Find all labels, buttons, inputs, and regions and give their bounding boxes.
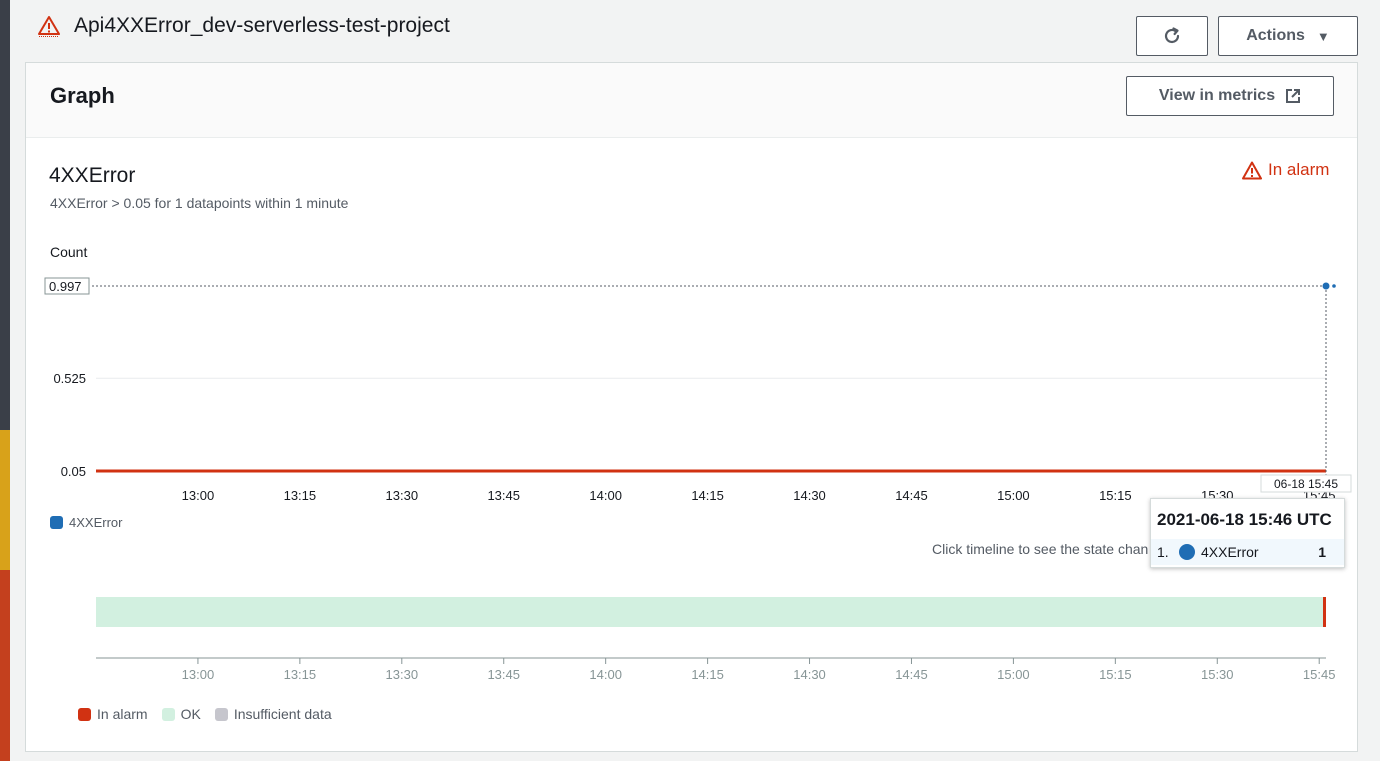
legend-swatch [78,707,91,721]
timeline-legend: In alarm OK Insufficient data [78,706,346,722]
legend-label: OK [180,706,201,722]
legend-label: In alarm [97,706,148,722]
data-point [1332,284,1336,288]
x-tick-label: 15:00 [997,488,1030,503]
timeline-tick-label: 15:15 [1099,667,1132,682]
x-tick-label: 13:45 [487,488,520,503]
legend-label: Insufficient data [233,706,332,722]
tooltip-title: 2021-06-18 15:46 UTC [1157,510,1332,529]
y-axis-label: Count [50,244,87,260]
tooltip-row-value: 1 [1318,544,1326,560]
datapoint-tooltip: 2021-06-18 15:46 UTC 1. 4XXError 1 [1150,498,1345,568]
x-tick-label: 15:15 [1099,488,1132,503]
chart-legend: 4XXError [50,515,122,530]
y-tick-label: 0.997 [49,279,82,294]
x-tick-label: 13:00 [182,488,215,503]
timeline-tick-label: 13:45 [487,667,520,682]
legend-item-ok: OK [161,706,201,722]
timeline-tick-label: 13:30 [386,667,419,682]
legend-item-in-alarm: In alarm [78,706,148,722]
x-tick-label: 14:00 [589,488,622,503]
series-dot-icon [1179,544,1195,560]
timeline-hint: Click timeline to see the state change [932,541,1148,557]
timeline-tick-label: 14:00 [589,667,622,682]
legend-series-label: 4XXError [69,515,123,530]
timeline-tick-label: 15:30 [1201,667,1234,682]
data-point [1322,282,1330,290]
timeline-tick-label: 15:45 [1303,667,1336,682]
tooltip-row-index: 1. [1157,544,1169,560]
x-tick-label: 13:30 [386,488,419,503]
x-tick-label: 14:30 [793,488,826,503]
y-tick-label: 0.05 [61,464,86,479]
legend-swatch [161,707,175,721]
tooltip-row-name: 4XXError [1201,544,1259,560]
timeline-tick-label: 14:45 [895,667,928,682]
timeline-tick-label: 15:00 [997,667,1030,682]
cursor-time-label: 06-18 15:45 [1274,477,1338,491]
x-tick-label: 14:45 [895,488,928,503]
x-tick-label: 13:15 [284,488,317,503]
timeline-tick-label: 13:15 [284,667,317,682]
legend-item-insufficient-data: Insufficient data [214,706,332,722]
legend-swatch [50,516,63,529]
timeline-ok-segment [96,597,1323,627]
tooltip-row: 1. 4XXError 1 [1151,539,1344,565]
timeline-tick-label: 13:00 [182,667,215,682]
x-tick-label: 14:15 [691,488,724,503]
timeline-tick-label: 14:30 [793,667,826,682]
timeline-alarm-segment [1323,597,1326,627]
metric-chart[interactable]: Count 0.997 0.525 0.05 13:00 13:15 13:30 13:45 1… [0,0,1380,761]
y-tick-label: 0.525 [53,371,86,386]
legend-swatch [214,707,228,721]
timeline-tick-label: 14:15 [691,667,724,682]
